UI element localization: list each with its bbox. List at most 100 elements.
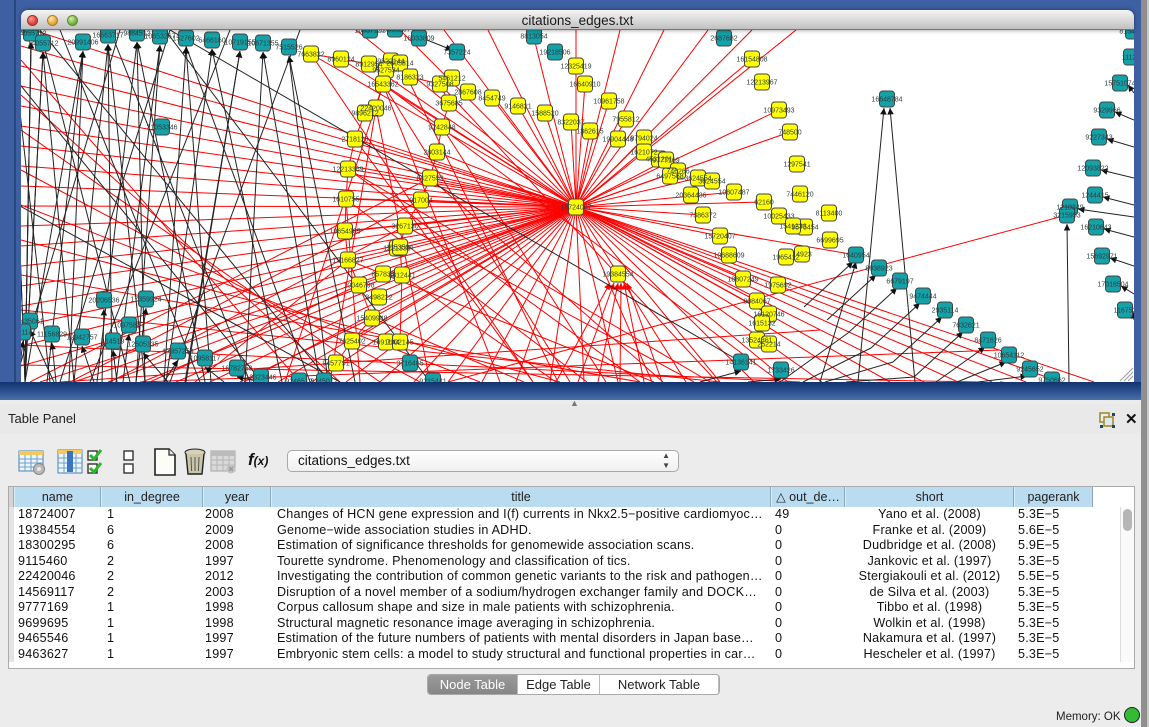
svg-text:9527534: 9527534 bbox=[372, 68, 399, 75]
svg-text:1965412: 1965412 bbox=[772, 255, 799, 262]
svg-text:1640954: 1640954 bbox=[842, 253, 869, 260]
svg-text:12942757: 12942757 bbox=[66, 335, 97, 342]
svg-text:7632621: 7632621 bbox=[952, 323, 979, 330]
svg-text:7625402: 7625402 bbox=[338, 339, 365, 346]
svg-text:17016504: 17016504 bbox=[1097, 282, 1128, 289]
svg-text:1975692: 1975692 bbox=[764, 283, 791, 290]
svg-text:17957253: 17957253 bbox=[162, 349, 193, 356]
svg-text:10807487: 10807487 bbox=[718, 190, 749, 197]
svg-text:15720407: 15720407 bbox=[704, 234, 735, 241]
svg-text:8322037: 8322037 bbox=[557, 120, 584, 127]
svg-text:1527602: 1527602 bbox=[172, 36, 199, 43]
svg-text:8427552: 8427552 bbox=[416, 176, 443, 183]
svg-text:10688609: 10688609 bbox=[713, 253, 744, 260]
svg-text:16154808: 16154808 bbox=[736, 57, 767, 64]
svg-text:3267130: 3267130 bbox=[391, 224, 418, 231]
svg-text:15751074: 15751074 bbox=[1104, 81, 1134, 88]
svg-text:20364436: 20364436 bbox=[675, 193, 706, 200]
svg-text:16033809: 16033809 bbox=[403, 36, 434, 43]
svg-text:18724007: 18724007 bbox=[560, 205, 591, 212]
svg-text:6497568: 6497568 bbox=[656, 174, 683, 181]
svg-text:19166827: 19166827 bbox=[332, 258, 363, 265]
svg-text:10975887: 10975887 bbox=[113, 323, 144, 330]
svg-text:1588520: 1588520 bbox=[531, 111, 558, 118]
svg-text:11156829: 11156829 bbox=[37, 332, 67, 339]
svg-text:19384554: 19384554 bbox=[602, 272, 633, 279]
svg-text:14055712: 14055712 bbox=[21, 31, 47, 38]
svg-text:8154534: 8154534 bbox=[1119, 30, 1134, 36]
svg-text:10958117: 10958117 bbox=[190, 356, 221, 363]
svg-text:748500: 748500 bbox=[778, 130, 801, 137]
svg-text:19654985: 19654985 bbox=[329, 229, 360, 236]
svg-text:2803144: 2803144 bbox=[423, 150, 450, 157]
svg-text:10025433: 10025433 bbox=[763, 214, 794, 221]
svg-text:12213369: 12213369 bbox=[332, 167, 363, 174]
svg-text:12505135: 12505135 bbox=[127, 342, 158, 349]
svg-text:1244415: 1244415 bbox=[1081, 193, 1108, 200]
svg-text:116753: 116753 bbox=[1114, 308, 1134, 315]
svg-text:15692971: 15692971 bbox=[1086, 254, 1117, 261]
svg-text:14136141: 14136141 bbox=[725, 360, 756, 367]
svg-text:9457791: 9457791 bbox=[322, 361, 349, 368]
svg-text:252214: 252214 bbox=[757, 342, 780, 349]
svg-text:7446120: 7446120 bbox=[786, 192, 813, 199]
svg-text:917004: 917004 bbox=[409, 198, 432, 205]
svg-text:1733426: 1733426 bbox=[767, 368, 794, 375]
svg-text:9896212: 9896212 bbox=[351, 111, 378, 118]
svg-text:16120746: 16120746 bbox=[753, 312, 784, 319]
svg-text:1153594: 1153594 bbox=[387, 245, 414, 252]
svg-text:14055712: 14055712 bbox=[27, 41, 58, 48]
svg-text:114519: 114519 bbox=[102, 339, 125, 346]
svg-text:7386372: 7386372 bbox=[689, 213, 716, 220]
svg-text:18807249: 18807249 bbox=[727, 277, 758, 284]
svg-text:8454749: 8454749 bbox=[478, 96, 505, 103]
svg-text:6466160: 6466160 bbox=[198, 38, 225, 45]
svg-text:10671355: 10671355 bbox=[247, 41, 278, 48]
svg-text:3675685: 3675685 bbox=[435, 101, 462, 108]
svg-text:1297541: 1297541 bbox=[783, 162, 810, 169]
svg-text:7357224: 7357224 bbox=[443, 50, 470, 57]
svg-text:19904448: 19904448 bbox=[602, 137, 633, 144]
svg-text:16782759: 16782759 bbox=[221, 366, 252, 373]
svg-text:3624554: 3624554 bbox=[698, 179, 725, 186]
svg-text:15409948: 15409948 bbox=[356, 316, 387, 323]
svg-text:2718126: 2718126 bbox=[341, 137, 368, 144]
svg-text:12093822: 12093822 bbox=[1077, 166, 1108, 173]
svg-text:9084067: 9084067 bbox=[743, 299, 770, 306]
svg-text:2935114: 2935114 bbox=[932, 308, 959, 315]
svg-text:9146821: 9146821 bbox=[504, 104, 531, 111]
svg-text:8960124: 8960124 bbox=[327, 57, 354, 64]
svg-text:20991406: 20991406 bbox=[67, 40, 98, 47]
svg-text:8471626: 8471626 bbox=[974, 338, 1001, 345]
svg-text:8812441: 8812441 bbox=[388, 273, 415, 280]
svg-text:8813054: 8813054 bbox=[520, 34, 547, 41]
svg-text:10973493: 10973493 bbox=[763, 108, 794, 115]
svg-text:16640910: 16640910 bbox=[569, 82, 600, 89]
svg-text:10046798: 10046798 bbox=[343, 283, 374, 290]
svg-text:1362615: 1362615 bbox=[576, 129, 603, 136]
svg-text:39114: 39114 bbox=[21, 330, 33, 337]
svg-text:16663717: 16663717 bbox=[92, 33, 123, 40]
svg-text:1621072: 1621072 bbox=[630, 150, 657, 157]
svg-text:12325419: 12325419 bbox=[560, 64, 591, 71]
svg-text:19218506: 19218506 bbox=[539, 50, 570, 57]
svg-text:1541233: 1541233 bbox=[779, 224, 806, 231]
svg-text:20206536: 20206536 bbox=[88, 298, 119, 305]
svg-text:7902145: 7902145 bbox=[386, 340, 413, 347]
svg-text:9227343: 9227343 bbox=[1085, 135, 1112, 142]
svg-text:10653267: 10653267 bbox=[379, 30, 410, 34]
svg-text:16543362: 16543362 bbox=[367, 82, 398, 89]
svg-text:7663822: 7663822 bbox=[297, 52, 324, 59]
svg-text:6679197: 6679197 bbox=[886, 279, 913, 286]
svg-text:8186323: 8186323 bbox=[396, 75, 423, 82]
svg-text:8113400: 8113400 bbox=[816, 211, 843, 218]
svg-text:9474444: 9474444 bbox=[909, 294, 936, 301]
svg-text:7955812: 7955812 bbox=[612, 117, 639, 124]
svg-text:1210349: 1210349 bbox=[1056, 205, 1083, 212]
svg-text:3716485: 3716485 bbox=[396, 361, 423, 368]
svg-text:9245652: 9245652 bbox=[1016, 367, 1043, 374]
svg-text:16648784: 16648784 bbox=[871, 97, 902, 104]
svg-text:12323446: 12323446 bbox=[245, 375, 276, 382]
svg-text:1435061: 1435061 bbox=[21, 319, 44, 326]
svg-text:10653267: 10653267 bbox=[144, 34, 175, 41]
